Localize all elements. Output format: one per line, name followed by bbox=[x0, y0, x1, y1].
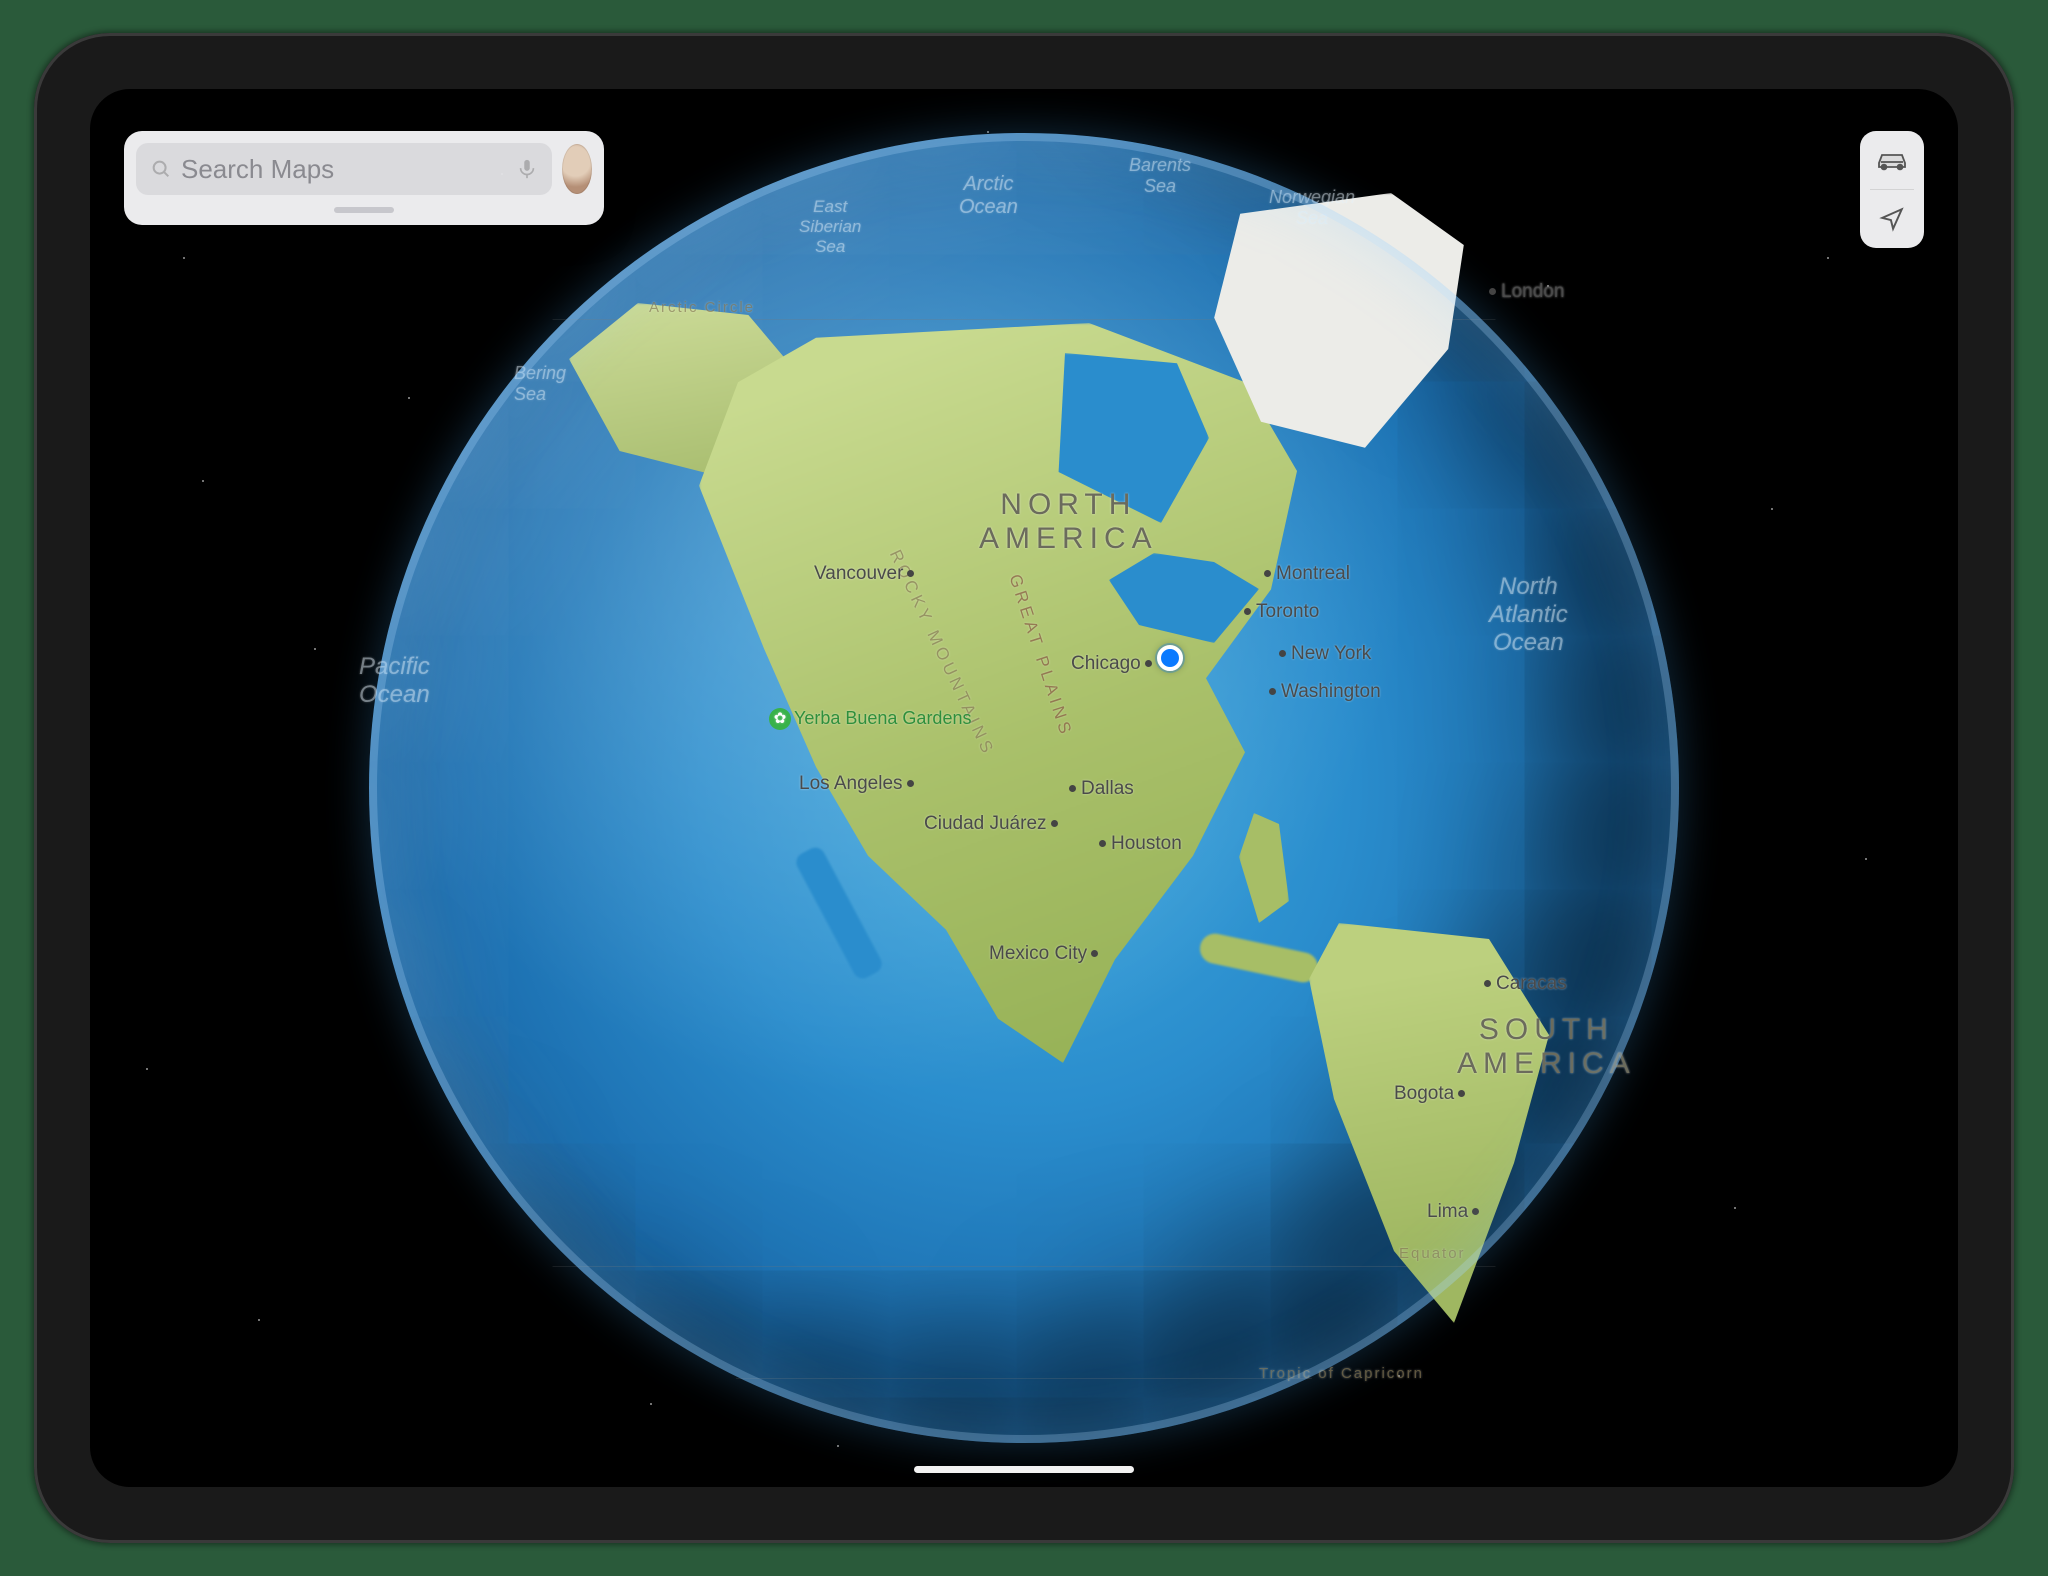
home-indicator[interactable] bbox=[914, 1466, 1134, 1473]
south-america-line2: AMERICA bbox=[1457, 1047, 1636, 1081]
city-lima[interactable]: Lima bbox=[1427, 1201, 1479, 1223]
north-america-line1: NORTH bbox=[979, 488, 1158, 522]
city-mexico-city[interactable]: Mexico City bbox=[989, 943, 1098, 965]
south-america-line1: SOUTH bbox=[1457, 1013, 1636, 1047]
search-card[interactable] bbox=[124, 131, 604, 225]
ipad-frame: Pacific Ocean North Atlantic Ocean Arcti… bbox=[34, 33, 2014, 1543]
globe-3d[interactable]: Pacific Ocean North Atlantic Ocean Arcti… bbox=[369, 133, 1679, 1443]
city-caracas[interactable]: Caracas bbox=[1484, 973, 1567, 995]
map-mode-button[interactable] bbox=[1860, 131, 1924, 189]
city-washington[interactable]: Washington bbox=[1269, 681, 1381, 703]
north-america-line2: AMERICA bbox=[979, 522, 1158, 556]
poi-yerba-buena[interactable]: ✿Yerba Buena Gardens bbox=[769, 708, 971, 730]
screen: Pacific Ocean North Atlantic Ocean Arcti… bbox=[90, 89, 1958, 1487]
norwegian-sea-label: Norwegian Sea bbox=[1269, 187, 1355, 229]
city-bogota[interactable]: Bogota bbox=[1394, 1083, 1465, 1105]
south-america-label: SOUTH AMERICA bbox=[1457, 1013, 1636, 1081]
park-icon: ✿ bbox=[769, 708, 791, 730]
search-field[interactable] bbox=[136, 143, 552, 195]
locate-button[interactable] bbox=[1860, 190, 1924, 248]
arctic-circle-label: Arctic Circle bbox=[649, 299, 755, 316]
city-houston[interactable]: Houston bbox=[1099, 833, 1182, 855]
city-montreal[interactable]: Montreal bbox=[1264, 563, 1350, 585]
barents-sea-label: Barents Sea bbox=[1129, 155, 1191, 197]
microphone-icon[interactable] bbox=[516, 158, 538, 180]
location-arrow-icon bbox=[1879, 206, 1905, 232]
car-icon bbox=[1875, 148, 1909, 172]
city-ciudad-juarez[interactable]: Ciudad Juárez bbox=[924, 813, 1058, 835]
east-siberian-sea-label: East Siberian Sea bbox=[799, 197, 861, 257]
search-icon bbox=[150, 158, 172, 180]
equator-label: Equator bbox=[1399, 1245, 1466, 1262]
city-dallas[interactable]: Dallas bbox=[1069, 778, 1134, 800]
city-london[interactable]: London bbox=[1489, 281, 1564, 303]
pacific-ocean-label: Pacific Ocean bbox=[359, 653, 430, 709]
card-grabber[interactable] bbox=[334, 207, 394, 213]
capricorn-label: Tropic of Capricorn bbox=[1259, 1365, 1424, 1382]
city-los-angeles[interactable]: Los Angeles bbox=[799, 773, 914, 795]
city-vancouver[interactable]: Vancouver bbox=[814, 563, 914, 585]
atlantic-ocean-label: North Atlantic Ocean bbox=[1489, 573, 1568, 657]
city-toronto[interactable]: Toronto bbox=[1244, 601, 1319, 623]
search-input[interactable] bbox=[181, 154, 516, 185]
city-chicago[interactable]: Chicago bbox=[1071, 653, 1152, 675]
arctic-ocean-label: Arctic Ocean bbox=[959, 173, 1018, 219]
user-location-marker[interactable] bbox=[1157, 645, 1183, 671]
city-new-york[interactable]: New York bbox=[1279, 643, 1371, 665]
bering-sea-label: Bering Sea bbox=[514, 363, 566, 405]
profile-avatar[interactable] bbox=[562, 144, 592, 194]
map-controls bbox=[1860, 131, 1924, 248]
north-america-label: NORTH AMERICA bbox=[979, 488, 1158, 556]
